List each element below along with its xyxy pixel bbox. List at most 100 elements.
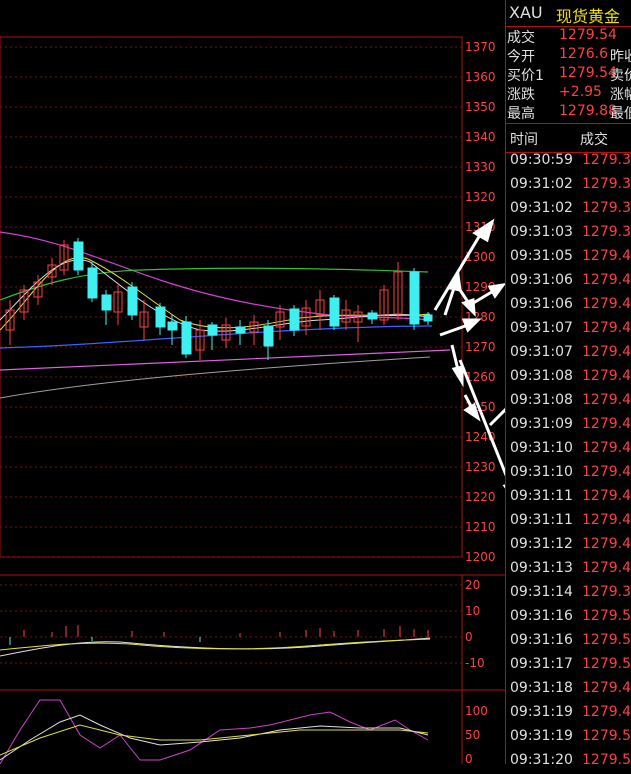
tick-row[interactable]: 09:31:11 1279.44 (506, 510, 631, 534)
tick-table-header: 时间 成交 (506, 124, 631, 153)
quote-value: +2.95 (559, 84, 602, 100)
tick-time: 09:30:59 (510, 152, 573, 168)
tick-row[interactable]: 09:31:02 1279.37 (506, 174, 631, 198)
price-tick-label: 1200 (465, 550, 496, 564)
tick-price: 1279.38 (582, 152, 631, 168)
tick-price: 1279.33 (582, 224, 631, 240)
quote-row: 最高 1279.88 最低 (506, 103, 631, 122)
tick-time: 09:31:18 (510, 680, 573, 696)
tick-time: 09:31:17 (510, 656, 573, 672)
tick-price: 1279.35 (582, 200, 631, 216)
tick-price: 1279.48 (582, 680, 631, 696)
tick-time: 09:31:10 (510, 464, 573, 480)
candles (5, 238, 433, 360)
price-tick-label: 1330 (465, 160, 496, 174)
tick-row[interactable]: 09:31:19 1279.53 (506, 726, 631, 750)
quote-value: 1279.54 (559, 65, 617, 81)
price-tick-label: 1320 (465, 190, 496, 204)
macd-axis: 20 10 0 -10 (465, 578, 485, 670)
quote-row: 买价1 1279.54 卖价 (506, 65, 631, 84)
tick-time: 09:31:14 (510, 584, 573, 600)
quote-label: 今开 (507, 49, 535, 65)
quote-value: 1276.6 (559, 46, 608, 62)
quote-value: 1279.54 (559, 27, 617, 43)
macd-white-line (0, 637, 431, 657)
tick-price: 1279.47 (582, 464, 631, 480)
kdj-tick-label: 100 (465, 704, 488, 718)
macd-yellow-line (0, 638, 431, 651)
kdj-magenta-line (0, 699, 429, 764)
tick-price: 1279.37 (582, 176, 631, 192)
tick-row[interactable]: 09:31:13 1279.46 (506, 558, 631, 582)
price-tick-label: 1230 (465, 460, 496, 474)
price-tick-label: 1270 (465, 340, 496, 354)
macd-tick-label: 20 (465, 578, 480, 592)
tick-row[interactable]: 09:31:05 1279.44 (506, 246, 631, 270)
price-tick-label: 1350 (465, 100, 496, 114)
tick-row[interactable]: 09:31:17 1279.54 (506, 654, 631, 678)
quote-label: 买价1 (507, 68, 544, 84)
tick-time: 09:31:19 (510, 704, 573, 720)
tick-time: 09:31:05 (510, 248, 573, 264)
tick-row[interactable]: 09:31:10 1279.48 (506, 438, 631, 462)
tick-row[interactable]: 09:31:19 1279.47 (506, 702, 631, 726)
tick-row[interactable]: 09:31:18 1279.48 (506, 678, 631, 702)
tick-price: 1279.37 (582, 584, 631, 600)
symbol-name: 现货黄金 (556, 7, 621, 26)
quote-label2: 最低 (610, 106, 631, 122)
grid-lines (0, 46, 462, 664)
macd-histogram (23, 625, 429, 637)
tick-row[interactable]: 09:31:14 1279.37 (506, 582, 631, 606)
quote-label2: 涨幅 (610, 87, 631, 103)
quote-row: 涨跌 +2.95 涨幅 (506, 84, 631, 103)
price-chart[interactable]: 1370136013501340133013201310130012901280… (0, 0, 505, 764)
tick-row[interactable]: 09:31:08 1279.45 (506, 390, 631, 414)
tick-price: 1279.45 (582, 488, 631, 504)
symbol-code: XAU (509, 3, 543, 22)
quote-panel: XAU 现货黄金 成交 1279.54 今开 1276.6 昨收 买价1 127… (505, 0, 631, 768)
quote-label: 最高 (507, 106, 535, 122)
price-tick-label: 1370 (465, 40, 496, 54)
tick-row[interactable]: 09:31:06 1279.41 (506, 294, 631, 318)
quote-row: 成交 1279.54 (506, 27, 631, 46)
tick-time: 09:31:02 (510, 176, 573, 192)
price-column-header: 成交 (580, 132, 608, 148)
tick-row[interactable]: 09:31:16 1279.51 (506, 606, 631, 630)
tick-row[interactable]: 09:31:06 1279.40 (506, 270, 631, 294)
quote-label: 涨跌 (507, 87, 535, 103)
tick-price: 1279.43 (582, 416, 631, 432)
macd-tick-label: 10 (465, 604, 480, 618)
kdj-axis: 100 50 0 (465, 704, 488, 764)
tick-list[interactable]: 09:30:59 1279.38 09:31:02 1279.37 09:31:02 12… (506, 150, 631, 774)
tick-row[interactable]: 09:31:07 1279.40 (506, 318, 631, 342)
price-tick-label: 1340 (465, 130, 496, 144)
tick-row[interactable]: 09:30:59 1279.38 (506, 150, 631, 174)
macd-histogram-neg (9, 637, 201, 645)
tick-time: 09:31:09 (510, 416, 573, 432)
tick-time: 09:31:06 (510, 272, 573, 288)
price-tick-label: 1210 (465, 520, 496, 534)
tick-time: 09:31:16 (510, 632, 573, 648)
tick-time: 09:31:13 (510, 560, 573, 576)
tick-row[interactable]: 09:31:02 1279.35 (506, 198, 631, 222)
price-tick-label: 1360 (465, 70, 496, 84)
tick-time: 09:31:12 (510, 536, 573, 552)
kdj-yellow-line (0, 724, 429, 756)
tick-price: 1279.44 (582, 512, 631, 528)
tick-row[interactable]: 09:31:07 1279.45 (506, 342, 631, 366)
tick-row[interactable]: 09:31:12 1279.45 (506, 534, 631, 558)
tick-price: 1279.47 (582, 704, 631, 720)
tick-row[interactable]: 09:31:16 1279.50 (506, 630, 631, 654)
tick-row[interactable]: 09:31:11 1279.45 (506, 486, 631, 510)
kdj-white-line (0, 714, 429, 761)
tick-row[interactable]: 09:31:10 1279.47 (506, 462, 631, 486)
tick-price: 1279.51 (582, 608, 631, 624)
tick-price: 1279.53 (582, 728, 631, 744)
tick-row[interactable]: 09:31:03 1279.33 (506, 222, 631, 246)
tick-row[interactable]: 09:31:20 1279.54 (506, 750, 631, 774)
tick-time: 09:31:08 (510, 368, 573, 384)
tick-row[interactable]: 09:31:09 1279.43 (506, 414, 631, 438)
tick-price: 1279.40 (582, 272, 631, 288)
tick-row[interactable]: 09:31:08 1279.44 (506, 366, 631, 390)
tick-price: 1279.50 (582, 632, 631, 648)
